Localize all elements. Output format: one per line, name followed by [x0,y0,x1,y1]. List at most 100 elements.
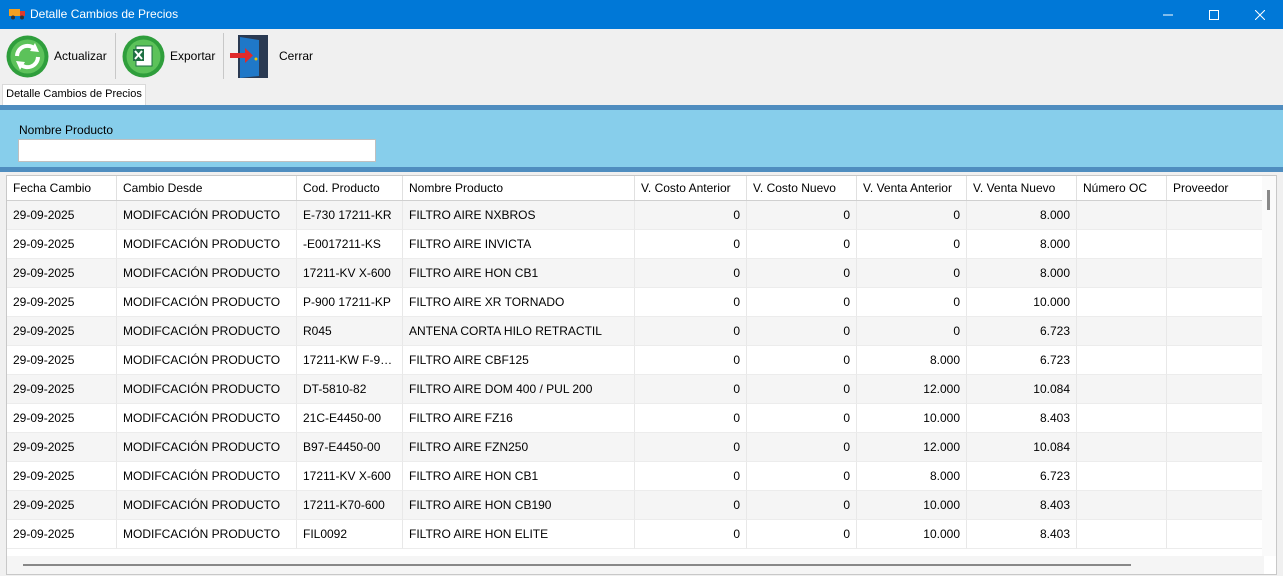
cell-nombre-producto[interactable]: FILTRO AIRE FZN250 [403,433,635,462]
cell-venta-nuevo[interactable]: 8.000 [967,259,1077,288]
cell-numero-oc[interactable] [1077,288,1167,317]
cell-proveedor[interactable] [1167,491,1276,520]
cell-proveedor[interactable] [1167,462,1276,491]
cell-costo-nuevo[interactable]: 0 [747,375,857,404]
column-header-cambio-desde[interactable]: Cambio Desde [117,176,297,200]
cell-proveedor[interactable] [1167,433,1276,462]
cell-proveedor[interactable] [1167,201,1276,230]
horizontal-scrollbar[interactable] [7,556,1264,574]
cell-fecha-cambio[interactable]: 29-09-2025 [7,491,117,520]
cell-cod-producto[interactable]: 17211-KV X-600 [297,462,403,491]
cell-costo-anterior[interactable]: 0 [635,404,747,433]
cell-cod-producto[interactable]: DT-5810-82 [297,375,403,404]
column-header-cod-producto[interactable]: Cod. Producto [297,176,403,200]
close-window-button[interactable] [1237,0,1283,29]
cell-venta-nuevo[interactable]: 10.000 [967,288,1077,317]
cell-venta-anterior[interactable]: 10.000 [857,491,967,520]
cell-fecha-cambio[interactable]: 29-09-2025 [7,375,117,404]
minimize-button[interactable] [1145,0,1191,29]
cell-nombre-producto[interactable]: FILTRO AIRE HON CB1 [403,259,635,288]
cell-numero-oc[interactable] [1077,520,1167,549]
table-row[interactable]: 29-09-2025 MODIFCACIÓN PRODUCTO 17211-KV X… [7,259,1276,288]
cell-venta-anterior[interactable]: 12.000 [857,433,967,462]
cell-proveedor[interactable] [1167,346,1276,375]
cell-fecha-cambio[interactable]: 29-09-2025 [7,259,117,288]
cell-costo-nuevo[interactable]: 0 [747,433,857,462]
cell-cambio-desde[interactable]: MODIFCACIÓN PRODUCTO [117,520,297,549]
cell-venta-nuevo[interactable]: 8.000 [967,201,1077,230]
table-row[interactable]: 29-09-2025 MODIFCACIÓN PRODUCTO R045 ANTENA… [7,317,1276,346]
cell-costo-nuevo[interactable]: 0 [747,404,857,433]
cell-nombre-producto[interactable]: FILTRO AIRE DOM 400 / PUL 200 [403,375,635,404]
cell-venta-nuevo[interactable]: 6.723 [967,462,1077,491]
maximize-button[interactable] [1191,0,1237,29]
column-header-nombre-producto[interactable]: Nombre Producto [403,176,635,200]
table-row[interactable]: 29-09-2025 MODIFCACIÓN PRODUCTO 17211-KW F… [7,346,1276,375]
horizontal-scroll-thumb[interactable] [23,564,1131,566]
cell-venta-anterior[interactable]: 10.000 [857,404,967,433]
cell-costo-nuevo[interactable]: 0 [747,491,857,520]
cell-fecha-cambio[interactable]: 29-09-2025 [7,201,117,230]
cell-cod-producto[interactable]: E-730 17211-KR [297,201,403,230]
cell-costo-nuevo[interactable]: 0 [747,201,857,230]
cell-fecha-cambio[interactable]: 29-09-2025 [7,288,117,317]
cell-nombre-producto[interactable]: FILTRO AIRE HON ELITE [403,520,635,549]
cell-venta-nuevo[interactable]: 8.403 [967,520,1077,549]
cell-costo-anterior[interactable]: 0 [635,375,747,404]
table-row[interactable]: 29-09-2025 MODIFCACIÓN PRODUCTO DT-5810-82… [7,375,1276,404]
cell-costo-anterior[interactable]: 0 [635,259,747,288]
column-header-costo-anterior[interactable]: V. Costo Anterior [635,176,747,200]
cell-costo-anterior[interactable]: 0 [635,288,747,317]
cell-cambio-desde[interactable]: MODIFCACIÓN PRODUCTO [117,288,297,317]
cell-cod-producto[interactable]: P-900 17211-KP [297,288,403,317]
cell-costo-anterior[interactable]: 0 [635,491,747,520]
column-header-proveedor[interactable]: Proveedor [1167,176,1276,200]
cell-proveedor[interactable] [1167,520,1276,549]
cell-cambio-desde[interactable]: MODIFCACIÓN PRODUCTO [117,259,297,288]
cell-venta-anterior[interactable]: 0 [857,230,967,259]
vertical-scroll-thumb[interactable] [1267,190,1270,210]
cell-venta-nuevo[interactable]: 8.403 [967,404,1077,433]
cell-cambio-desde[interactable]: MODIFCACIÓN PRODUCTO [117,433,297,462]
cell-venta-nuevo[interactable]: 10.084 [967,433,1077,462]
cell-proveedor[interactable] [1167,288,1276,317]
column-header-numero-oc[interactable]: Número OC [1077,176,1167,200]
cell-costo-anterior[interactable]: 0 [635,462,747,491]
export-button[interactable]: Exportar [121,32,215,80]
cell-costo-nuevo[interactable]: 0 [747,462,857,491]
cell-proveedor[interactable] [1167,404,1276,433]
cell-costo-anterior[interactable]: 0 [635,520,747,549]
cell-numero-oc[interactable] [1077,346,1167,375]
cell-fecha-cambio[interactable]: 29-09-2025 [7,404,117,433]
cell-venta-anterior[interactable]: 0 [857,317,967,346]
cell-venta-anterior[interactable]: 8.000 [857,346,967,375]
table-row[interactable]: 29-09-2025 MODIFCACIÓN PRODUCTO P-900 1721… [7,288,1276,317]
table-row[interactable]: 29-09-2025 MODIFCACIÓN PRODUCTO 17211-KV X… [7,462,1276,491]
cell-cod-producto[interactable]: -E0017211-KS [297,230,403,259]
cell-venta-anterior[interactable]: 12.000 [857,375,967,404]
cell-numero-oc[interactable] [1077,230,1167,259]
cell-venta-nuevo[interactable]: 8.403 [967,491,1077,520]
cell-venta-anterior[interactable]: 0 [857,288,967,317]
cell-cambio-desde[interactable]: MODIFCACIÓN PRODUCTO [117,462,297,491]
cell-proveedor[interactable] [1167,317,1276,346]
cell-nombre-producto[interactable]: ANTENA CORTA HILO RETRACTIL [403,317,635,346]
price-changes-grid[interactable]: Fecha Cambio Cambio Desde Cod. Producto Nom… [6,175,1277,575]
cell-venta-nuevo[interactable]: 8.000 [967,230,1077,259]
cell-numero-oc[interactable] [1077,201,1167,230]
cell-numero-oc[interactable] [1077,259,1167,288]
table-row[interactable]: 29-09-2025 MODIFCACIÓN PRODUCTO 17211-K70-… [7,491,1276,520]
table-row[interactable]: 29-09-2025 MODIFCACIÓN PRODUCTO 21C-E4450-… [7,404,1276,433]
cell-fecha-cambio[interactable]: 29-09-2025 [7,346,117,375]
cell-costo-nuevo[interactable]: 0 [747,520,857,549]
cell-cambio-desde[interactable]: MODIFCACIÓN PRODUCTO [117,201,297,230]
cell-cambio-desde[interactable]: MODIFCACIÓN PRODUCTO [117,346,297,375]
cell-numero-oc[interactable] [1077,375,1167,404]
column-header-venta-nuevo[interactable]: V. Venta Nuevo [967,176,1077,200]
cell-costo-nuevo[interactable]: 0 [747,230,857,259]
cell-fecha-cambio[interactable]: 29-09-2025 [7,433,117,462]
table-row[interactable]: 29-09-2025 MODIFCACIÓN PRODUCTO E-730 1721… [7,201,1276,230]
cell-numero-oc[interactable] [1077,462,1167,491]
cell-cambio-desde[interactable]: MODIFCACIÓN PRODUCTO [117,375,297,404]
cell-fecha-cambio[interactable]: 29-09-2025 [7,520,117,549]
